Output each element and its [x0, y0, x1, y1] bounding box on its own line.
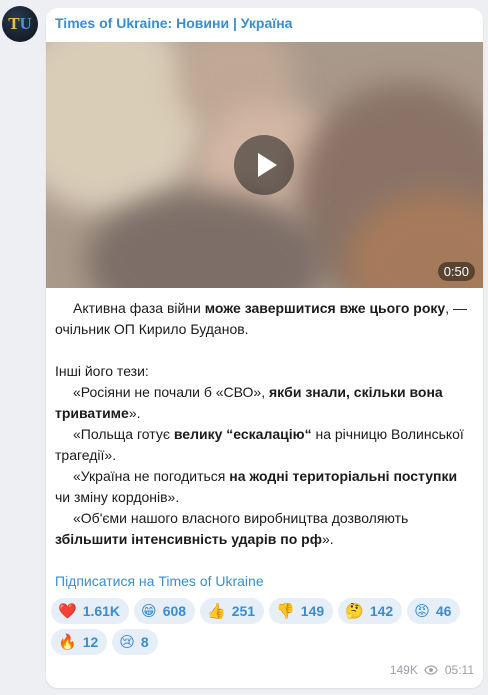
- thumbs-down-icon: 👎: [276, 602, 295, 620]
- video-player[interactable]: 0:50: [46, 42, 483, 288]
- avatar-letter-t: T: [8, 14, 20, 33]
- post-paragraph-6: «Об'єми нашого власного виробництва дозв…: [55, 510, 409, 547]
- avatar-letter-u: U: [19, 14, 32, 33]
- reaction-thumbs-up[interactable]: 👍 251: [200, 598, 265, 624]
- sad-icon: 😢: [119, 633, 135, 651]
- reaction-sad[interactable]: 😢 8: [112, 629, 158, 655]
- reaction-thumbs-down[interactable]: 👎 149: [269, 598, 334, 624]
- eye-icon: [424, 665, 438, 675]
- angry-icon: 😡: [414, 602, 430, 620]
- post-paragraph-4: «Польща готує велику “ескалацію“ на річн…: [55, 426, 464, 463]
- post-paragraph-2: Інші його тези:: [55, 363, 149, 379]
- channel-name[interactable]: Times of Ukraine: Новини | Україна: [55, 15, 292, 31]
- play-icon[interactable]: [234, 135, 294, 195]
- view-count: 149K: [389, 663, 418, 677]
- grin-icon: 😁: [141, 602, 157, 620]
- fire-icon: 🔥: [58, 633, 77, 651]
- reactions-bar: ❤️ 1.61K 😁 608 👍 251 👎 149 🤔 142 😡 46 🔥 12 😢 8: [51, 598, 476, 660]
- message-meta: 149K 05:11: [390, 663, 474, 677]
- post-paragraph-1: Активна фаза війни може завершитися вже …: [55, 300, 467, 337]
- reaction-grin[interactable]: 😁 608: [134, 598, 196, 624]
- heart-icon: ❤️: [58, 602, 77, 620]
- thinking-icon: 🤔: [345, 602, 364, 620]
- reaction-thinking[interactable]: 🤔 142: [338, 598, 403, 624]
- reaction-angry[interactable]: 😡 46: [407, 598, 461, 624]
- post-paragraph-3: «Росіяни не почали б «СВО», якби знали, …: [55, 384, 443, 421]
- channel-avatar[interactable]: TU: [2, 6, 38, 42]
- video-duration: 0:50: [437, 262, 475, 281]
- message-bubble: Times of Ukraine: Новини | Україна 0:50 …: [46, 8, 483, 688]
- reaction-fire[interactable]: 🔥 12: [51, 629, 108, 655]
- thumbs-up-icon: 👍: [207, 602, 226, 620]
- post-text: Активна фаза війни може завершитися вже …: [55, 298, 475, 550]
- subscribe-link[interactable]: Підписатися на Times of Ukraine: [55, 573, 264, 589]
- post-time: 05:11: [444, 663, 474, 677]
- reaction-heart[interactable]: ❤️ 1.61K: [51, 598, 130, 624]
- post-paragraph-5: «Україна не погодиться на жодні територі…: [55, 468, 458, 505]
